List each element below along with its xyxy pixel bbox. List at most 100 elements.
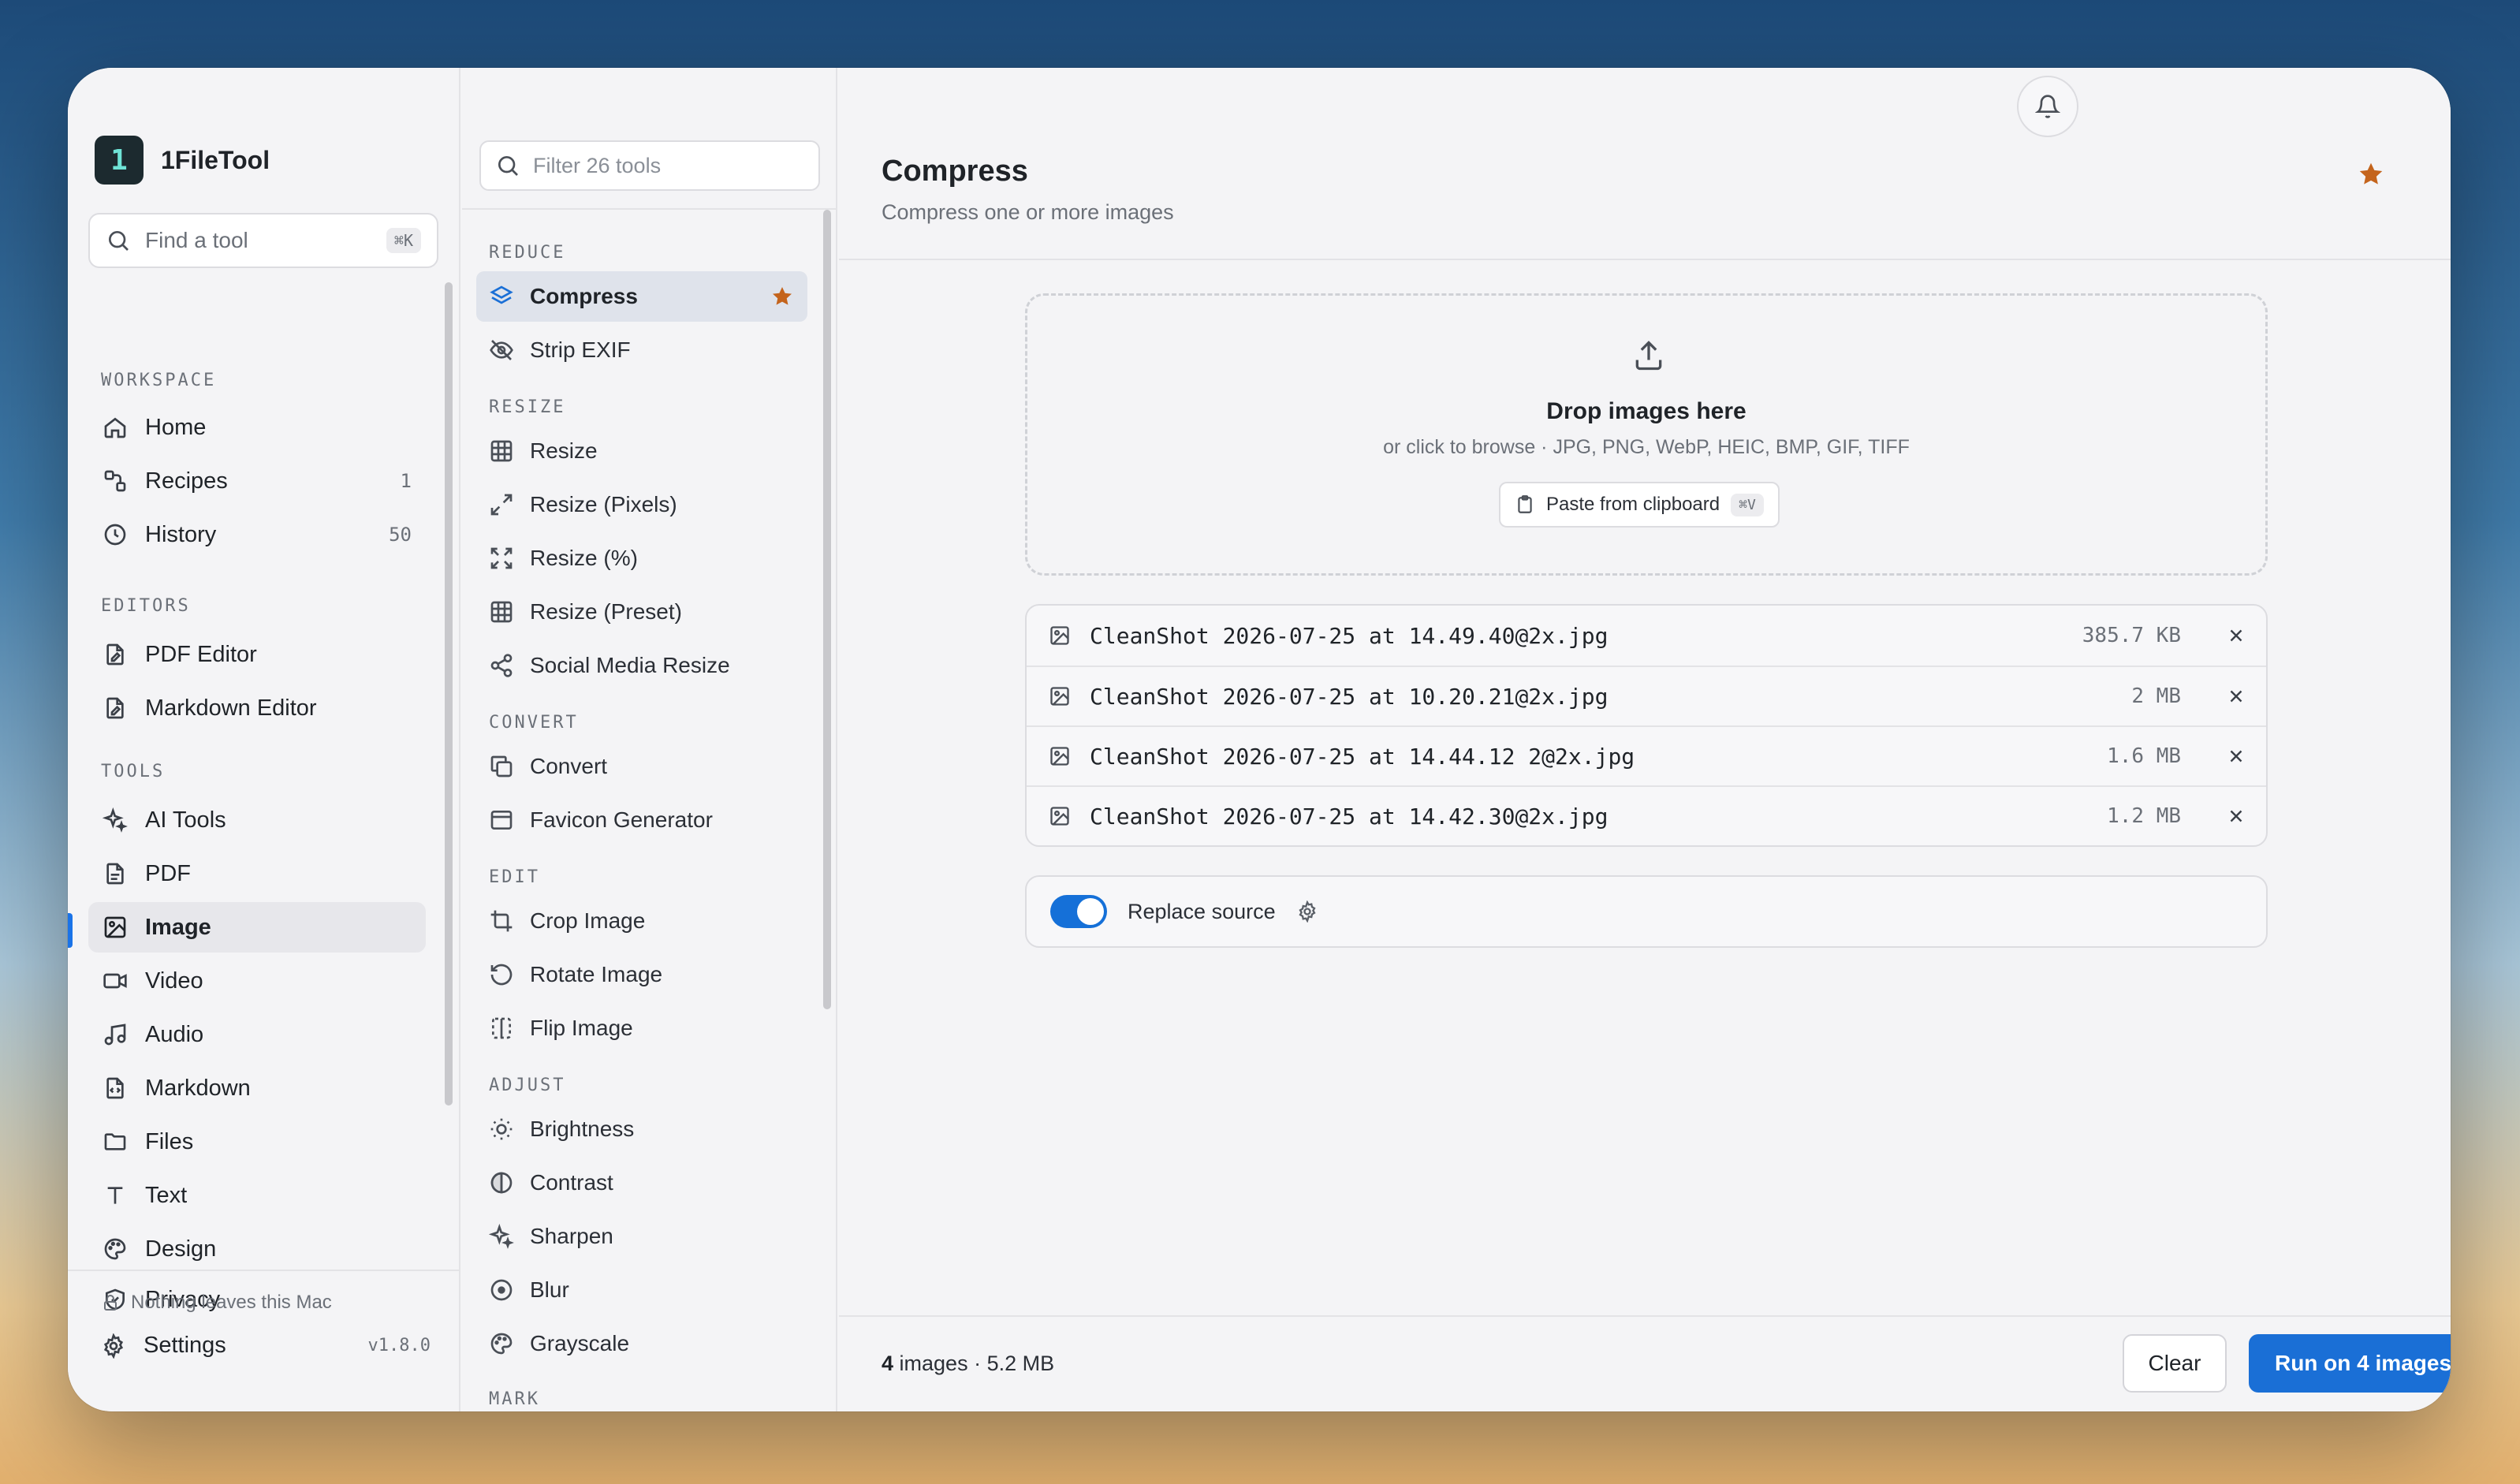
- star-icon[interactable]: [770, 284, 795, 309]
- tool-contrast[interactable]: Contrast: [476, 1158, 807, 1208]
- app-version: v1.8.0: [367, 1336, 431, 1355]
- palette-icon: [489, 1331, 514, 1356]
- tool-label: Crop Image: [530, 908, 646, 933]
- section-editors: EDITORS: [101, 596, 191, 616]
- gear-icon[interactable]: [1296, 900, 1318, 923]
- remove-file-button[interactable]: [2224, 684, 2249, 709]
- file-size: 1.6 MB: [2107, 744, 2181, 768]
- tools-scrollbar[interactable]: [823, 210, 831, 1009]
- blur-icon: [489, 1277, 514, 1303]
- filter-tools-input[interactable]: Filter 26 tools: [479, 140, 820, 191]
- settings-label: Settings: [144, 1333, 226, 1358]
- remove-file-button[interactable]: [2224, 744, 2249, 769]
- sidebar-item-label: AI Tools: [145, 807, 226, 833]
- clear-button[interactable]: Clear: [2123, 1334, 2227, 1393]
- remove-file-button[interactable]: [2224, 623, 2249, 648]
- tool-label: Convert: [530, 754, 608, 778]
- sidebar-item-text[interactable]: Text: [88, 1170, 426, 1221]
- tool-resize[interactable]: Resize: [476, 426, 807, 476]
- sidebar-item-label: Home: [145, 414, 207, 440]
- tool-label: Blur: [530, 1277, 569, 1302]
- sidebar-item-image[interactable]: Image: [88, 902, 426, 953]
- sidebar-item-label: Video: [145, 968, 203, 994]
- page-title: Compress: [882, 155, 1028, 188]
- sidebar-item-label: Recipes: [145, 468, 228, 494]
- tool-compress[interactable]: Compress: [476, 271, 807, 322]
- sidebar-item-pdf-editor[interactable]: PDF Editor: [88, 629, 426, 680]
- sidebar-item-history[interactable]: History 50: [88, 509, 426, 560]
- replace-source-toggle[interactable]: [1050, 895, 1107, 928]
- main-panel: Compress Compress one or more images Dro…: [839, 68, 2451, 1411]
- find-tool-placeholder: Find a tool: [145, 228, 248, 252]
- tool-strip-exif[interactable]: Strip EXIF: [476, 325, 807, 375]
- close-icon: [2230, 629, 2242, 642]
- settings-button[interactable]: Settings v1.8.0: [101, 1333, 431, 1359]
- tool-resize-preset[interactable]: Resize (Preset): [476, 587, 807, 637]
- rotate-icon: [489, 962, 514, 987]
- filter-tools-placeholder: Filter 26 tools: [533, 153, 662, 177]
- run-button[interactable]: Run on 4 images: [2249, 1334, 2451, 1393]
- image-count: 4: [882, 1352, 894, 1375]
- tools-panel: Filter 26 tools REDUCE Compress Strip EX…: [462, 68, 837, 1411]
- file-name: CleanShot 2026-07-25 at 14.49.40@2x.jpg: [1090, 622, 1609, 649]
- tool-label: Grayscale: [530, 1331, 630, 1355]
- tool-label: Resize: [530, 438, 598, 463]
- sidebar-item-ai-tools[interactable]: AI Tools: [88, 795, 426, 845]
- sidebar-item-pdf[interactable]: PDF: [88, 848, 426, 899]
- sidebar-item-design[interactable]: Design: [88, 1224, 426, 1274]
- dropzone-title: Drop images here: [1546, 398, 1746, 424]
- privacy-note-text: Nothing leaves this Mac: [131, 1292, 332, 1313]
- sidebar-scrollbar[interactable]: [445, 282, 453, 1106]
- sparkles-icon: [103, 807, 128, 833]
- tool-resize-pixels[interactable]: Resize (Pixels): [476, 479, 807, 530]
- share-icon: [489, 653, 514, 678]
- toggle-knob: [1077, 898, 1104, 925]
- find-tool-input[interactable]: Find a tool ⌘K: [88, 213, 438, 268]
- file-code-icon: [103, 1076, 128, 1101]
- tool-crop-image[interactable]: Crop Image: [476, 896, 807, 946]
- sidebar-item-markdown-editor[interactable]: Markdown Editor: [88, 683, 426, 733]
- tool-blur[interactable]: Blur: [476, 1265, 807, 1315]
- tool-sharpen[interactable]: Sharpen: [476, 1211, 807, 1262]
- sidebar: 1 1FileTool Find a tool ⌘K WORKSPACE Hom…: [68, 68, 460, 1411]
- sidebar-item-label: PDF Editor: [145, 641, 257, 667]
- sidebar-item-label: Files: [145, 1128, 194, 1154]
- tool-social-media-resize[interactable]: Social Media Resize: [476, 640, 807, 691]
- summary-text: images · 5.2 MB: [893, 1352, 1055, 1375]
- gear-icon: [101, 1333, 126, 1359]
- layers-icon: [489, 284, 514, 309]
- section-resize: RESIZE: [489, 397, 566, 417]
- home-icon: [103, 415, 128, 440]
- sidebar-item-recipes[interactable]: Recipes 1: [88, 456, 426, 506]
- sidebar-item-home[interactable]: Home: [88, 402, 426, 453]
- app-logo-glyph: 1: [110, 144, 128, 177]
- tool-rotate-image[interactable]: Rotate Image: [476, 949, 807, 1000]
- tool-favicon-generator[interactable]: Favicon Generator: [476, 795, 807, 845]
- sidebar-item-audio[interactable]: Audio: [88, 1009, 426, 1060]
- sidebar-item-video[interactable]: Video: [88, 956, 426, 1006]
- sidebar-item-label: Image: [145, 914, 211, 940]
- find-tool-shortcut: ⌘K: [386, 228, 421, 253]
- crop-icon: [489, 908, 514, 934]
- clock-icon: [103, 522, 128, 547]
- sidebar-item-markdown[interactable]: Markdown: [88, 1063, 426, 1113]
- text-icon: [103, 1183, 128, 1208]
- image-dropzone[interactable]: Drop images here or click to browse · JP…: [1025, 293, 2268, 576]
- paste-from-clipboard-button[interactable]: Paste from clipboard ⌘V: [1499, 482, 1780, 528]
- sidebar-item-files[interactable]: Files: [88, 1117, 426, 1167]
- sidebar-item-label: Markdown Editor: [145, 695, 317, 721]
- file-edit-icon: [103, 642, 128, 667]
- tool-brightness[interactable]: Brightness: [476, 1104, 807, 1154]
- tool-label: Rotate Image: [530, 962, 663, 986]
- remove-file-button[interactable]: [2224, 804, 2249, 829]
- lock-icon: [101, 1293, 120, 1312]
- search-icon: [106, 228, 131, 253]
- favorite-star-icon[interactable]: [2356, 159, 2386, 189]
- tool-convert[interactable]: Convert: [476, 741, 807, 792]
- contrast-icon: [489, 1170, 514, 1195]
- tool-resize-percent[interactable]: Resize (%): [476, 533, 807, 584]
- tool-grayscale[interactable]: Grayscale: [476, 1318, 807, 1369]
- notifications-button[interactable]: [2017, 76, 2078, 137]
- sidebar-item-label: Audio: [145, 1021, 204, 1047]
- tool-flip-image[interactable]: Flip Image: [476, 1003, 807, 1053]
